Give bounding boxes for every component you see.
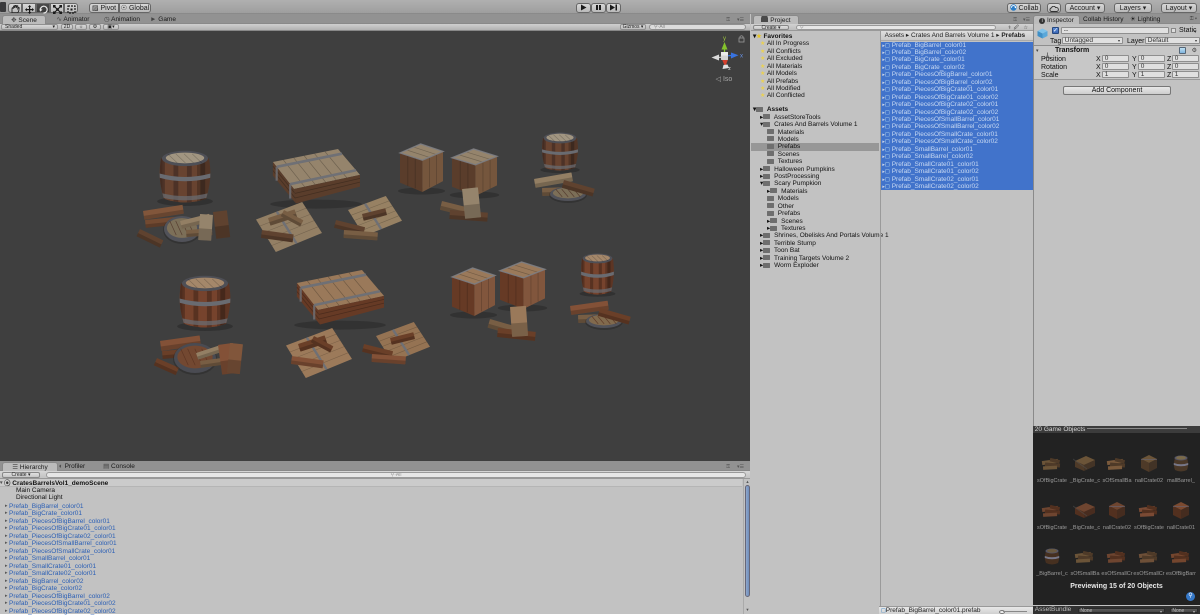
- svg-text:y: y: [723, 36, 726, 42]
- svg-text:x: x: [740, 54, 743, 60]
- svg-text:◁ Iso: ◁ Iso: [716, 76, 733, 83]
